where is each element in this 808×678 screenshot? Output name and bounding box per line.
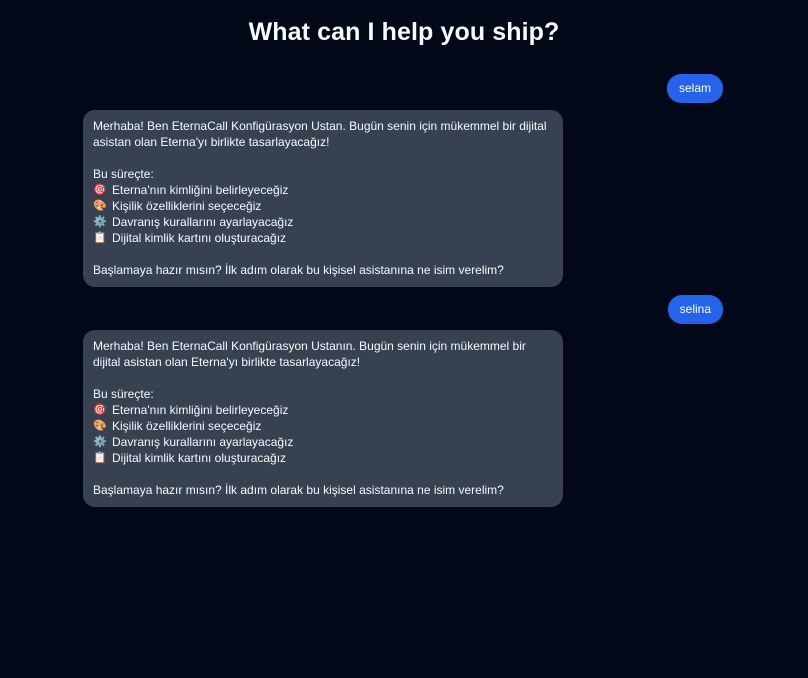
step-text: Eterna'nın kimliğini belirleyeceğiz xyxy=(112,183,289,197)
chat-page: What can I help you ship? selam Merhaba!… xyxy=(0,0,808,678)
step-text: Eterna'nın kimliğini belirleyeceğiz xyxy=(112,403,289,417)
step-text: Dijital kimlik kartını oluşturacağız xyxy=(112,451,287,465)
palette-icon: 🎨 xyxy=(93,200,107,212)
assistant-question: Başlamaya hazır mısın? İlk adım olarak b… xyxy=(93,263,504,277)
step-text: Dijital kimlik kartını oluşturacağız xyxy=(112,231,287,245)
step-text: Davranış kurallarını ayarlayacağız xyxy=(112,435,294,449)
clipboard-icon: 📋 xyxy=(93,452,107,464)
gear-icon: ⚙️ xyxy=(93,216,107,228)
step-item: 📋 Dijital kimlik kartını oluşturacağız xyxy=(93,450,553,466)
step-text: Davranış kurallarını ayarlayacağız xyxy=(112,215,294,229)
assistant-intro: Merhaba! Ben EternaCall Konfigürasyon Us… xyxy=(93,339,526,369)
step-item: ⚙️ Davranış kurallarını ayarlayacağız xyxy=(93,214,553,230)
step-item: 🎯 Eterna'nın kimliğini belirleyeceğiz xyxy=(93,402,553,418)
assistant-intro: Merhaba! Ben EternaCall Konfigürasyon Us… xyxy=(93,119,547,149)
step-text: Kişilik özelliklerini seçeceğiz xyxy=(112,419,262,433)
assistant-question: Başlamaya hazır mısın? İlk adım olarak b… xyxy=(93,483,504,497)
page-title: What can I help you ship? xyxy=(248,18,560,46)
step-item: ⚙️ Davranış kurallarını ayarlayacağız xyxy=(93,434,553,450)
process-heading: Bu süreçte: xyxy=(93,167,154,181)
step-item: 🎨 Kişilik özelliklerini seçeceğiz xyxy=(93,418,553,434)
process-heading: Bu süreçte: xyxy=(93,387,154,401)
target-icon: 🎯 xyxy=(93,184,107,196)
step-text: Kişilik özelliklerini seçeceğiz xyxy=(112,199,262,213)
gear-icon: ⚙️ xyxy=(93,436,107,448)
step-item: 🎨 Kişilik özelliklerini seçeceğiz xyxy=(93,198,553,214)
step-item: 🎯 Eterna'nın kimliğini belirleyeceğiz xyxy=(93,182,553,198)
user-message: selina xyxy=(667,295,723,324)
step-item: 📋 Dijital kimlik kartını oluşturacağız xyxy=(93,230,553,246)
target-icon: 🎯 xyxy=(93,404,107,416)
user-message: selam xyxy=(666,74,723,103)
palette-icon: 🎨 xyxy=(93,420,107,432)
clipboard-icon: 📋 xyxy=(93,232,107,244)
assistant-message: Merhaba! Ben EternaCall Konfigürasyon Us… xyxy=(83,110,563,287)
assistant-message: Merhaba! Ben EternaCall Konfigürasyon Us… xyxy=(83,330,563,507)
